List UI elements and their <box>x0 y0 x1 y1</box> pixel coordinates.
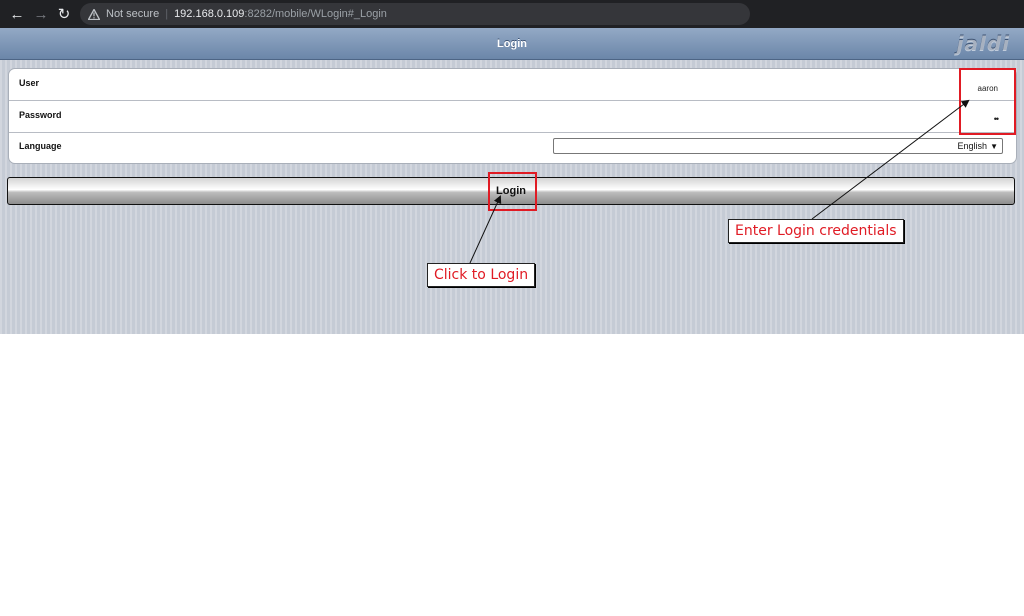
address-separator: | <box>165 8 169 20</box>
brand-logo: jaldi <box>956 32 1010 56</box>
back-arrow-icon[interactable]: ← <box>8 5 26 23</box>
user-row: User aaron <box>9 69 1016 101</box>
url-host: 192.168.0.109 <box>174 8 245 20</box>
login-button-label: Login <box>496 185 526 197</box>
password-row: Password •• <box>9 101 1016 133</box>
page-title: Login <box>497 37 527 50</box>
user-label: User <box>19 78 40 88</box>
language-select[interactable]: English ▼ <box>553 138 1003 154</box>
user-input[interactable]: aaron <box>978 84 998 93</box>
page-header: Login jaldi <box>0 28 1024 60</box>
password-label: Password <box>19 110 62 120</box>
chevron-down-icon: ▼ <box>990 141 998 151</box>
language-label: Language <box>19 141 62 151</box>
login-form: User aaron Password •• Language English … <box>8 68 1017 164</box>
security-status: Not secure <box>106 8 160 20</box>
browser-toolbar: ← → ↻ Not secure | 192.168.0.109:8282/mo… <box>0 0 1024 28</box>
reload-icon[interactable]: ↻ <box>55 5 73 23</box>
login-page: Login jaldi User aaron Password •• Langu… <box>0 28 1024 334</box>
forward-arrow-icon[interactable]: → <box>32 5 50 23</box>
login-callout: Click to Login <box>427 263 536 287</box>
login-button[interactable]: Login <box>7 177 1015 205</box>
language-row: Language English ▼ <box>9 132 1016 163</box>
credentials-callout: Enter Login credentials <box>728 219 904 243</box>
address-bar[interactable]: Not secure | 192.168.0.109:8282/mobile/W… <box>80 3 750 25</box>
url-path: :8282/mobile/WLogin#_Login <box>244 8 387 20</box>
language-selected-value: English <box>957 141 988 151</box>
password-input[interactable]: •• <box>994 114 999 124</box>
warning-icon[interactable] <box>88 8 102 20</box>
